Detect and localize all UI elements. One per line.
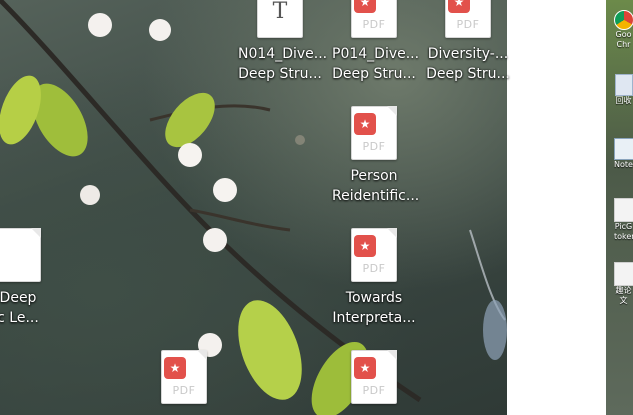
file-label: Towards Interpreta... xyxy=(332,290,416,326)
pic-tokenizer[interactable]: PicG token xyxy=(614,198,633,242)
pdf-badge-icon: ★ xyxy=(354,113,376,135)
desktop-file-person-reid[interactable]: ★ PDF Person Reidentific... xyxy=(332,106,420,206)
file-type-text: PDF xyxy=(172,384,196,397)
pdf-file-icon: ★ PDF xyxy=(351,106,397,160)
recycle-bin-icon xyxy=(614,74,633,96)
file-label: Person Reidentific... xyxy=(332,168,420,204)
pdf-file-icon: ★ PDF xyxy=(445,0,491,38)
document-file-icon xyxy=(614,198,633,222)
pdf-badge-icon: ★ xyxy=(354,235,376,257)
shortcut-label: Goo Chr xyxy=(615,30,632,49)
pdf-file-icon: ★ PDF xyxy=(161,350,207,404)
file-label: N014_Dive... Deep Stru... xyxy=(238,46,328,82)
second-monitor-desktop: Goo Chr 回收 Notepa PicG token 趣论文 xyxy=(606,0,633,415)
document-file-icon xyxy=(614,262,633,286)
pdf-badge-icon: ★ xyxy=(164,357,186,379)
file-label: P014_Dive... Deep Stru... xyxy=(332,46,420,82)
file-type-text: PDF xyxy=(362,18,386,31)
notepad-icon xyxy=(614,138,633,160)
pdf-file-icon: ★ PDF xyxy=(351,228,397,282)
shortcut-label: 回收 xyxy=(615,96,632,105)
document-glyph: T xyxy=(272,0,288,24)
desktop-file-bottom-1[interactable]: ★ PDF xyxy=(142,350,226,404)
pdf-badge-icon: ★ xyxy=(354,0,376,13)
file-type-text: PDF xyxy=(362,262,386,275)
document-file-icon: T xyxy=(257,0,303,38)
desktop-file-p014[interactable]: ★ PDF P014_Dive... Deep Stru... xyxy=(332,0,420,84)
chrome-shortcut[interactable]: Goo Chr xyxy=(614,10,633,50)
file-type-text: PDF xyxy=(362,384,386,397)
file-type-text: PDF xyxy=(456,18,480,31)
file-type-text: PDF xyxy=(362,140,386,153)
file-label: Diversity-... Deep Stru... xyxy=(426,46,510,82)
pdf-badge-icon: ★ xyxy=(354,357,376,379)
paper-doc[interactable]: 趣论文 xyxy=(614,262,633,306)
recycle-bin[interactable]: 回收 xyxy=(614,74,633,106)
desktop-file-bottom-2[interactable]: ★ PDF xyxy=(332,350,416,404)
file-label: Deep c Le... xyxy=(0,290,39,326)
shortcut-label: PicG token xyxy=(614,222,633,241)
document-file-icon xyxy=(0,228,41,282)
pdf-file-icon: ★ PDF xyxy=(351,0,397,38)
chrome-icon xyxy=(614,10,633,30)
desktop-file-n014[interactable]: T N014_Dive... Deep Stru... xyxy=(238,0,328,84)
shortcut-label: Notepa xyxy=(614,160,633,169)
notepad-shortcut[interactable]: Notepa xyxy=(614,138,633,170)
shortcut-label: 趣论文 xyxy=(615,286,632,305)
desktop-file-diversity[interactable]: ★ PDF Diversity-... Deep Stru... xyxy=(426,0,510,84)
pdf-file-icon: ★ PDF xyxy=(351,350,397,404)
desktop-file-deep-left[interactable]: Deep c Le... xyxy=(0,228,60,328)
pdf-badge-icon: ★ xyxy=(448,0,470,13)
desktop-file-towards[interactable]: ★ PDF Towards Interpreta... xyxy=(332,228,416,328)
